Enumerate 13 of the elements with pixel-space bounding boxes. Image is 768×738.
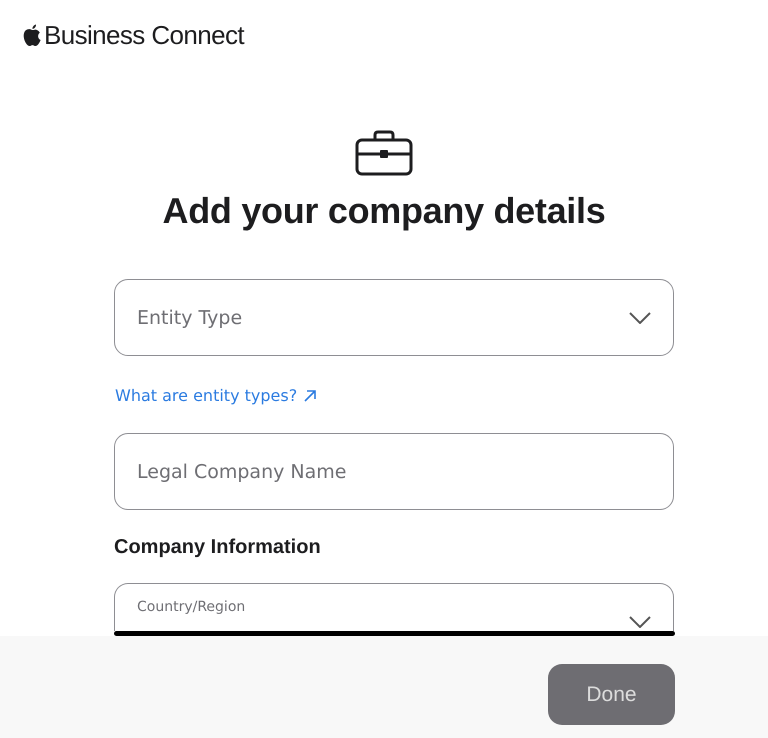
section-heading: Company Information [114,536,322,559]
input-field[interactable]: Legal Company Name [114,433,674,510]
brand-name: Business Connect [44,20,244,50]
entity-type-select[interactable]: Entity Type [114,279,674,356]
country-select[interactable]: Country/Region [114,583,674,631]
entity-types-link[interactable]: What are entity types? [115,386,318,405]
apple-logo-icon [22,24,42,46]
briefcase-icon [355,130,413,176]
page-title: Add your company details [162,190,606,232]
external-arrow-icon [303,388,318,402]
field-label: Country/Region [137,599,246,615]
chevron-down-icon [629,616,651,628]
chevron-down-icon [629,312,651,324]
